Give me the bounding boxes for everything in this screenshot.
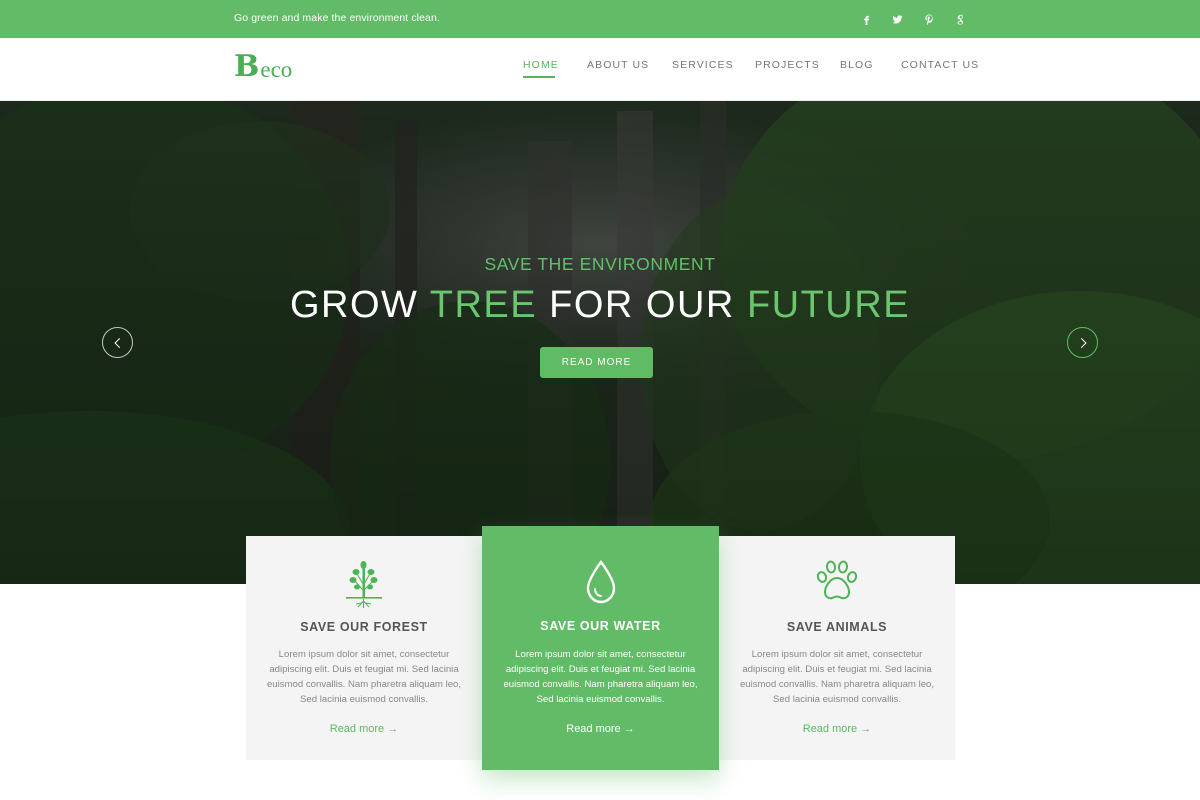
- read-more-label: Read more: [802, 723, 858, 735]
- nav-contact-us[interactable]: CONTACT US: [901, 59, 979, 71]
- slider-prev-button[interactable]: [102, 327, 133, 358]
- hero-title-part: GROW: [289, 284, 430, 326]
- read-more-label: Read more: [566, 723, 621, 735]
- tagline: Go green and make the environment clean.: [234, 12, 440, 24]
- nav-services[interactable]: SERVICES: [672, 59, 734, 71]
- arrow-right-icon: →: [623, 723, 635, 735]
- forest-background-image: [0, 101, 1200, 584]
- card-read-more-link[interactable]: Read more →: [482, 723, 719, 735]
- slider-next-button[interactable]: [1067, 327, 1098, 358]
- card-description: Lorem ipsum dolor sit amet, consectetur …: [503, 649, 698, 705]
- feature-card-animals: SAVE ANIMALS Lorem ipsum dolor sit amet,…: [719, 536, 955, 760]
- water-drop-icon: [482, 560, 719, 604]
- google-plus-icon[interactable]: [950, 9, 970, 29]
- card-title: SAVE OUR FOREST: [300, 620, 428, 634]
- paw-icon: [719, 560, 955, 602]
- card-read-more-link[interactable]: Read more →: [719, 723, 955, 735]
- card-description: Lorem ipsum dolor sit amet, consectetur …: [266, 649, 462, 705]
- card-title: SAVE OUR WATER: [540, 619, 661, 633]
- feature-card-forest: SAVE OUR FOREST Lorem ipsum dolor sit am…: [246, 536, 482, 760]
- tree-icon: [246, 560, 482, 610]
- feature-card-water: SAVE OUR WATER Lorem ipsum dolor sit ame…: [482, 526, 719, 770]
- chevron-right-icon: [1080, 337, 1087, 348]
- arrow-right-icon: →: [387, 723, 399, 735]
- hero-subtitle: SAVE THE ENVIRONMENT: [484, 254, 716, 274]
- nav-home[interactable]: HOME: [523, 59, 559, 71]
- hero-title-highlight: FUTURE: [746, 284, 911, 326]
- top-bar: Go green and make the environment clean.: [0, 0, 1200, 38]
- nav-projects[interactable]: PROJECTS: [755, 59, 820, 71]
- main-nav: HOME ABOUT US SERVICES PROJECTS BLOG CON…: [0, 59, 1200, 79]
- nav-active-indicator: [523, 76, 555, 78]
- read-more-button[interactable]: READ MORE: [540, 347, 653, 378]
- card-read-more-link[interactable]: Read more →: [246, 723, 482, 735]
- hero-title-part: FOR OUR: [537, 284, 747, 326]
- hero-title-highlight: TREE: [429, 284, 538, 326]
- hero-slider: SAVE THE ENVIRONMENT GROW TREE FOR OUR F…: [0, 101, 1200, 584]
- twitter-icon[interactable]: [887, 9, 907, 29]
- nav-about-us[interactable]: ABOUT US: [587, 59, 649, 71]
- card-description: Lorem ipsum dolor sit amet, consectetur …: [739, 649, 935, 705]
- facebook-icon[interactable]: [856, 9, 876, 29]
- pinterest-icon[interactable]: [919, 9, 939, 29]
- nav-blog[interactable]: BLOG: [840, 59, 874, 71]
- arrow-right-icon: →: [860, 723, 872, 735]
- chevron-left-icon: [113, 337, 120, 348]
- hero-title: GROW TREE FOR OUR FUTURE: [0, 284, 1200, 327]
- read-more-label: Read more: [329, 723, 385, 735]
- card-title: SAVE ANIMALS: [786, 620, 888, 634]
